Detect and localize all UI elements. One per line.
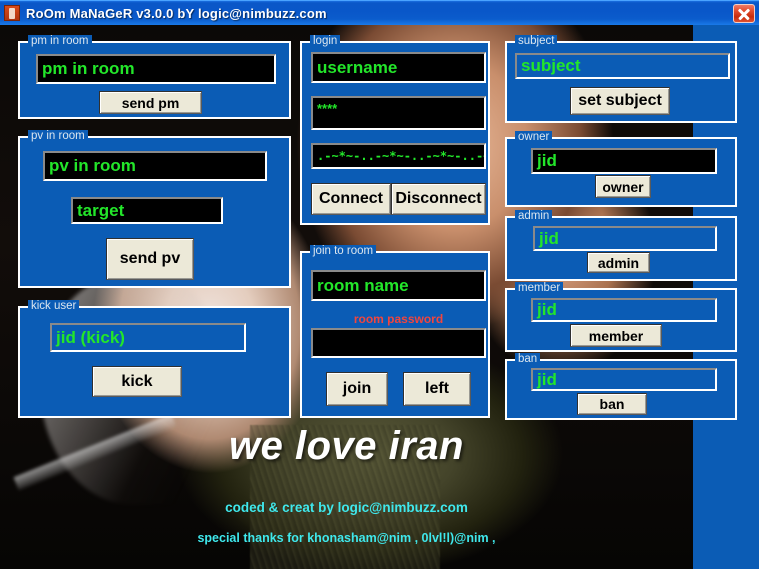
room-name-input[interactable]: room name xyxy=(311,270,486,301)
pv-target-input[interactable]: target xyxy=(71,197,223,224)
app-icon xyxy=(4,5,20,21)
group-pv-in-room: pv in room pv in room target send pv xyxy=(18,130,291,288)
group-legend-ban: ban xyxy=(515,353,541,366)
left-button[interactable]: left xyxy=(403,372,471,406)
connection-status-field: .-~*~-..-~*~-..-~*~-..-~*~-.| xyxy=(311,143,486,169)
owner-button[interactable]: owner xyxy=(595,175,651,198)
group-legend-pm-in-room: pm in room xyxy=(28,35,92,48)
group-member: member jid member xyxy=(505,282,737,352)
kick-button[interactable]: kick xyxy=(92,366,182,397)
group-join-to-room: join to room room name room password joi… xyxy=(300,245,490,418)
member-jid-input[interactable]: jid xyxy=(531,298,717,322)
group-legend-login: login xyxy=(310,35,341,48)
ban-button[interactable]: ban xyxy=(577,393,647,415)
title-bar: RoOm MaNaGeR v3.0.0 bY logic@nimbuzz.com xyxy=(0,0,759,25)
close-icon[interactable] xyxy=(733,3,755,23)
group-kick-user: kick user jid (kick) kick xyxy=(18,300,291,418)
set-subject-button[interactable]: set subject xyxy=(570,87,670,115)
slogan-text: we love iran xyxy=(229,424,464,468)
group-legend-subject: subject xyxy=(515,35,558,48)
password-input[interactable]: **** xyxy=(311,96,486,130)
join-button[interactable]: join xyxy=(326,372,388,406)
member-button[interactable]: member xyxy=(570,324,662,347)
admin-jid-input[interactable]: jid xyxy=(533,226,717,251)
window-title: RoOm MaNaGeR v3.0.0 bY logic@nimbuzz.com xyxy=(26,5,327,21)
group-legend-join-to-room: join to room xyxy=(310,245,377,258)
credit-line-2: special thanks for khonasham@nim , 0lvl!… xyxy=(197,531,496,545)
owner-jid-input[interactable]: jid xyxy=(531,148,717,174)
connect-button[interactable]: Connect xyxy=(311,183,391,215)
group-owner: owner jid owner xyxy=(505,131,737,207)
group-legend-kick-user: kick user xyxy=(28,300,80,313)
subject-input[interactable]: subject xyxy=(515,53,730,79)
group-login: login username **** .-~*~-..-~*~-..-~*~-… xyxy=(300,35,490,225)
username-input[interactable]: username xyxy=(311,52,486,83)
group-legend-owner: owner xyxy=(515,131,553,144)
group-legend-member: member xyxy=(515,282,564,295)
group-admin: admin jid admin xyxy=(505,210,737,281)
send-pv-button[interactable]: send pv xyxy=(106,238,194,280)
disconnect-button[interactable]: Disconnect xyxy=(391,183,486,215)
pv-message-input[interactable]: pv in room xyxy=(43,151,267,181)
group-legend-pv-in-room: pv in room xyxy=(28,130,88,143)
room-manager-window: RoOm MaNaGeR v3.0.0 bY logic@nimbuzz.com… xyxy=(0,0,759,569)
pm-message-input[interactable]: pm in room xyxy=(36,54,276,84)
kick-jid-input[interactable]: jid (kick) xyxy=(50,323,246,352)
group-legend-admin: admin xyxy=(515,210,553,223)
group-subject: subject subject set subject xyxy=(505,35,737,123)
room-password-input[interactable] xyxy=(311,328,486,358)
ban-jid-input[interactable]: jid xyxy=(531,368,717,391)
room-password-label: room password xyxy=(353,312,444,326)
group-pm-in-room: pm in room pm in room send pm xyxy=(18,35,291,119)
group-ban: ban jid ban xyxy=(505,353,737,420)
send-pm-button[interactable]: send pm xyxy=(99,91,202,114)
credit-line-1: coded & creat by logic@nimbuzz.com xyxy=(225,500,468,515)
admin-button[interactable]: admin xyxy=(587,252,650,273)
